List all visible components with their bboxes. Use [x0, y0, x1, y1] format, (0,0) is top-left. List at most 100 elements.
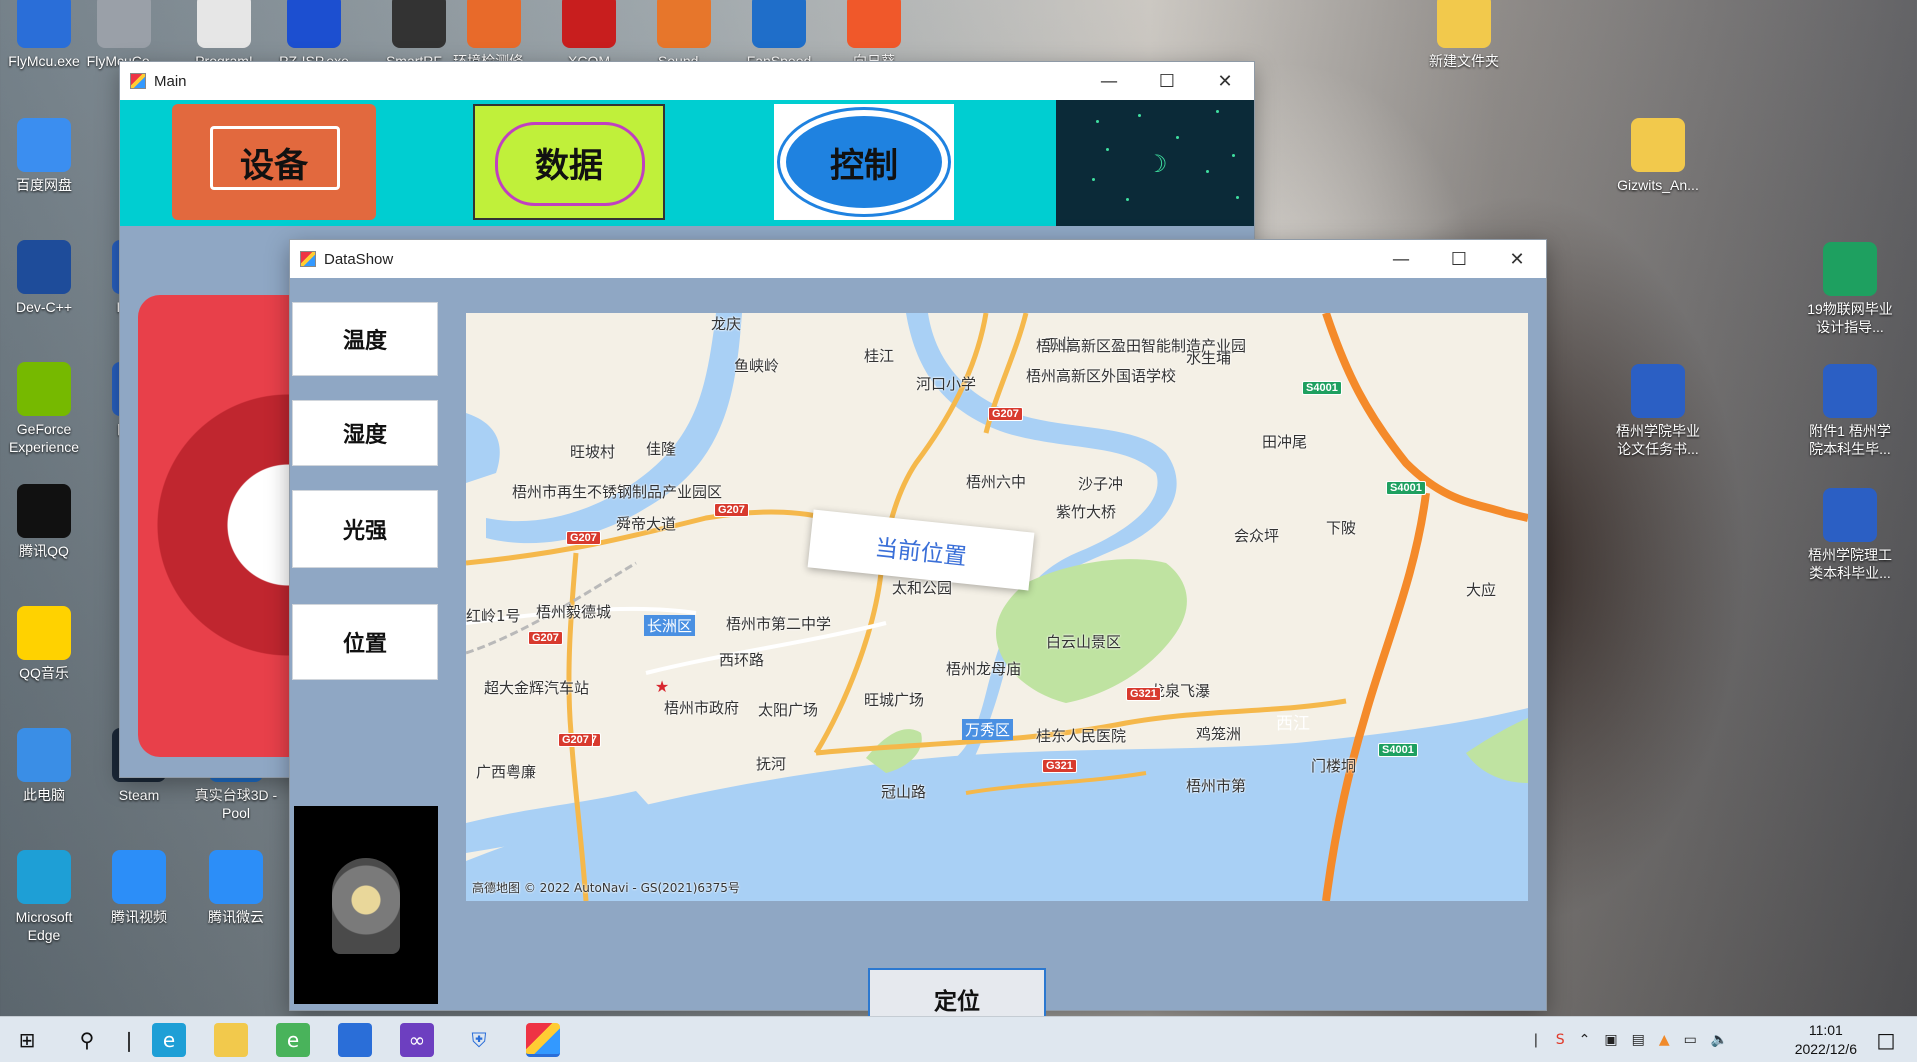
main-nav-bar: 设备 数据 控制 ☽	[120, 100, 1254, 226]
desktop-icon[interactable]: 腾讯微云	[192, 850, 280, 926]
map-label: 白云山景区	[1046, 633, 1122, 651]
maximize-button[interactable]: ☐	[1138, 62, 1196, 100]
app-taskbar-icon[interactable]	[338, 1023, 372, 1057]
tray-security-icon[interactable]: ▲	[1659, 1032, 1670, 1048]
map-label: 会众坪	[1234, 527, 1280, 545]
temperature-button[interactable]: 温度	[292, 302, 438, 376]
battery-icon[interactable]: ▭	[1684, 1032, 1697, 1048]
volume-icon[interactable]: 🔈	[1711, 1032, 1728, 1048]
edge-taskbar-icon[interactable]: e	[152, 1023, 186, 1057]
shield-taskbar-icon[interactable]: ⛨	[462, 1023, 496, 1057]
notification-icon[interactable]: □	[1869, 1023, 1903, 1057]
desktop-icon-label: FlyMcu.exe	[8, 53, 80, 69]
desktop-icon-label: 梧州学院理工类本科毕业...	[1808, 547, 1892, 581]
desktop-icon[interactable]: 梧州学院理工类本科毕业...	[1806, 488, 1894, 582]
government-marker-icon: ★	[654, 677, 670, 696]
humidity-button[interactable]: 湿度	[292, 400, 438, 466]
desktop-app-icon	[1823, 242, 1877, 296]
tray-input-icon[interactable]: S	[1556, 1032, 1565, 1048]
desktop-app-icon	[17, 850, 71, 904]
close-button[interactable]: ✕	[1196, 62, 1254, 100]
desktop-icon[interactable]: 此电脑	[0, 728, 88, 804]
desktop-icon[interactable]: 环境检测修...	[450, 0, 538, 70]
chevron-up-icon[interactable]: ⌃	[1579, 1032, 1591, 1048]
desktop-icon[interactable]: 梧州学院毕业论文任务书...	[1614, 364, 1702, 458]
minimize-button[interactable]: —	[1372, 240, 1430, 278]
desktop-icon[interactable]: 19物联网毕业设计指导...	[1806, 242, 1894, 336]
desktop-icon[interactable]: PZ-ISP.exe	[270, 0, 358, 70]
desktop-icon[interactable]: XCOM	[545, 0, 633, 70]
desktop-icon[interactable]: Microsoft Edge	[0, 850, 88, 944]
map-label: 佳隆	[646, 440, 677, 458]
road-shield: S4001	[1386, 481, 1426, 495]
desktop-app-icon	[1823, 364, 1877, 418]
desktop-icon[interactable]: Dev-C++	[0, 240, 88, 316]
desktop-app-icon	[17, 362, 71, 416]
desktop-icon[interactable]: FlyMcu.exe	[0, 0, 88, 70]
desktop-app-icon	[1437, 0, 1491, 48]
desktop-icon[interactable]: 附件1 梧州学院本科生毕...	[1806, 364, 1894, 458]
map-label: 河口小学	[916, 375, 977, 393]
desktop-icon[interactable]: 新建文件夹	[1420, 0, 1508, 70]
desktop-icon[interactable]: FanSpeed	[735, 0, 823, 70]
start-windows-icon[interactable]: ⊞	[10, 1023, 44, 1057]
map-label: 沙子冲	[1078, 475, 1124, 493]
map-label: 梧州市再生不锈钢制品产业园区	[512, 483, 723, 501]
map-view[interactable]: 当前位置 ★ 龙庆 鱼峡岭 工业 梧州高新区盈田智能制造产业园 水生埔 河口小学 梧州高新区…	[466, 313, 1528, 901]
desktop-icon-label: 腾讯QQ	[19, 543, 69, 559]
desktop-icon[interactable]: 腾讯视频	[95, 850, 183, 926]
file-explorer-icon[interactable]	[214, 1023, 248, 1057]
map-label: 梧州高新区外国语学校	[1026, 367, 1177, 385]
task-view-icon[interactable]: ❘	[112, 1023, 146, 1057]
map-label: 西环路	[719, 651, 765, 669]
desktop-icon-label: Gizwits_An...	[1617, 177, 1699, 193]
desktop-app-icon	[17, 0, 71, 48]
map-label: 超大金辉汽车站	[484, 679, 590, 697]
desktop-icon[interactable]: 腾讯QQ	[0, 484, 88, 560]
map-label: 红岭1号	[466, 607, 521, 625]
map-label: 鸡笼洲	[1196, 725, 1242, 743]
desktop-icon[interactable]: FlyMcuCo...	[80, 0, 168, 70]
map-label: 紫竹大桥	[1056, 503, 1117, 521]
desktop-icon[interactable]: 百度网盘	[0, 118, 88, 194]
browser-taskbar-icon[interactable]: e	[276, 1023, 310, 1057]
map-canvas	[466, 313, 1528, 901]
map-label: 长洲区	[644, 615, 696, 636]
starfield-logo: ☽	[1056, 100, 1254, 226]
hacker-avatar-image	[294, 806, 438, 1004]
desktop-app-icon	[392, 0, 446, 48]
minimize-button[interactable]: —	[1080, 62, 1138, 100]
desktop-app-icon	[17, 240, 71, 294]
desktop-app-icon	[112, 850, 166, 904]
datashow-titlebar[interactable]: DataShow	[290, 240, 1546, 278]
desktop-app-icon	[1631, 118, 1685, 172]
maximize-button[interactable]: ☐	[1430, 240, 1488, 278]
desktop-icon[interactable]: QQ音乐	[0, 606, 88, 682]
desktop-icon-label: Dev-C++	[15, 299, 73, 315]
tray-app-icon[interactable]: ▣	[1604, 1032, 1617, 1048]
nav-data-button[interactable]: 数据	[473, 104, 665, 220]
desktop-icon[interactable]: GeForce Experience	[0, 362, 88, 456]
network-icon[interactable]: ▤	[1632, 1032, 1645, 1048]
winforms-taskbar-icon[interactable]	[526, 1023, 560, 1057]
desktop-icon[interactable]: Gizwits_An...	[1614, 118, 1702, 194]
desktop-icon-label: 19物联网毕业设计指导...	[1807, 301, 1893, 335]
nav-control-button[interactable]: 控制	[774, 104, 954, 220]
visual-studio-icon[interactable]: ∞	[400, 1023, 434, 1057]
location-button[interactable]: 位置	[292, 604, 438, 680]
light-intensity-button[interactable]: 光强	[292, 490, 438, 568]
desktop-app-icon	[467, 0, 521, 48]
datashow-window[interactable]: DataShow — ☐ ✕ 温度 湿度 光强 位置 当前位置 ★ 龙庆 鱼峡岭…	[290, 240, 1546, 1030]
nav-device-button[interactable]: 设备	[172, 104, 376, 220]
desktop-icon[interactable]: Sound...	[640, 0, 728, 70]
system-tray: ❘ S ⌃ ▣ ▤ ▲ ▭ 🔈	[1530, 1017, 1728, 1062]
map-label: 大应	[1466, 581, 1497, 599]
desktop-app-icon	[847, 0, 901, 48]
search-icon[interactable]: ⚲	[70, 1023, 104, 1057]
desktop-app-icon	[1631, 364, 1685, 418]
close-button[interactable]: ✕	[1488, 240, 1546, 278]
desktop-icon[interactable]: Program!	[180, 0, 268, 70]
desktop-icon-label: 百度网盘	[16, 177, 72, 193]
desktop-icon[interactable]: 向日葵	[830, 0, 918, 70]
taskbar-clock[interactable]: 11:01 2022/12/6	[1795, 1021, 1857, 1059]
